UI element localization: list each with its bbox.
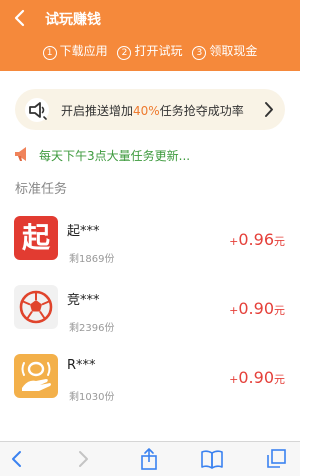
reward-amount: 0.90 — [238, 299, 274, 318]
reward-unit: 元 — [274, 373, 285, 386]
soccer-ball-graphic — [19, 290, 53, 324]
task-name: 起*** — [67, 224, 100, 239]
task-name: R*** — [67, 358, 96, 373]
hand-ring-graphic — [21, 361, 51, 391]
push-text-before: 开启推送增加 — [61, 104, 134, 118]
steps-guide: 1 下载应用 2 打开试玩 3 领取现金 — [0, 42, 300, 60]
task-remaining: 剩2396份 — [69, 323, 115, 334]
task-reward: +0.90元 — [229, 299, 285, 318]
app-header: 试玩赚钱 1 下载应用 2 打开试玩 3 领取现金 — [0, 0, 300, 71]
hand-ring-icon — [14, 354, 58, 398]
reward-sign: + — [229, 373, 239, 386]
step-number: 3 — [192, 46, 207, 60]
reward-amount: 0.90 — [238, 368, 274, 387]
app-icon-qi: 起 — [14, 216, 58, 260]
step-label: 打开试玩 — [134, 44, 183, 58]
page-title: 试玩赚钱 — [45, 12, 101, 28]
step-label: 领取现金 — [209, 44, 258, 58]
task-remaining: 剩1030份 — [69, 392, 115, 403]
push-notification-banner[interactable]: 开启推送增加40%任务抢夺成功率 — [15, 89, 285, 130]
step-claim: 3 领取现金 — [192, 42, 257, 60]
task-reward: +0.90元 — [229, 368, 285, 387]
share-icon[interactable] — [137, 447, 161, 471]
reward-amount: 0.96 — [238, 230, 274, 249]
chevron-right-icon — [265, 102, 273, 117]
task-name: 竞*** — [67, 293, 100, 308]
step-number: 1 — [42, 46, 57, 60]
reward-unit: 元 — [274, 304, 285, 317]
notice-text: 每天下午3点大量任务更新... — [39, 149, 191, 163]
app-icon-character: 起 — [21, 221, 50, 254]
tabs-icon[interactable] — [264, 447, 288, 471]
step-number: 2 — [117, 46, 132, 60]
forward-icon[interactable] — [71, 447, 95, 471]
back-icon[interactable] — [5, 447, 29, 471]
bookmarks-icon[interactable] — [200, 447, 224, 471]
reward-sign: + — [229, 304, 239, 317]
task-item[interactable]: 竞*** 剩2396份 +0.90元 — [0, 285, 300, 345]
push-banner-text: 开启推送增加40%任务抢夺成功率 — [61, 102, 244, 119]
reward-sign: + — [229, 235, 239, 248]
back-icon[interactable] — [8, 6, 32, 30]
task-item[interactable]: R*** 剩1030份 +0.90元 — [0, 354, 300, 414]
step-open: 2 打开试玩 — [117, 42, 183, 60]
soccer-ball-icon — [14, 285, 58, 329]
browser-toolbar — [0, 441, 300, 476]
task-remaining: 剩1869份 — [69, 254, 115, 265]
speaker-icon — [25, 98, 49, 122]
step-download: 1 下载应用 — [42, 42, 108, 60]
step-label: 下载应用 — [59, 44, 108, 58]
megaphone-icon — [15, 147, 26, 161]
reward-unit: 元 — [274, 235, 285, 248]
push-highlight: 40% — [133, 104, 160, 118]
push-text-after: 任务抢夺成功率 — [159, 104, 244, 118]
task-reward: +0.96元 — [229, 230, 285, 249]
task-item[interactable]: 起 起*** 剩1869份 +0.96元 — [0, 216, 300, 276]
section-title: 标准任务 — [15, 182, 68, 197]
